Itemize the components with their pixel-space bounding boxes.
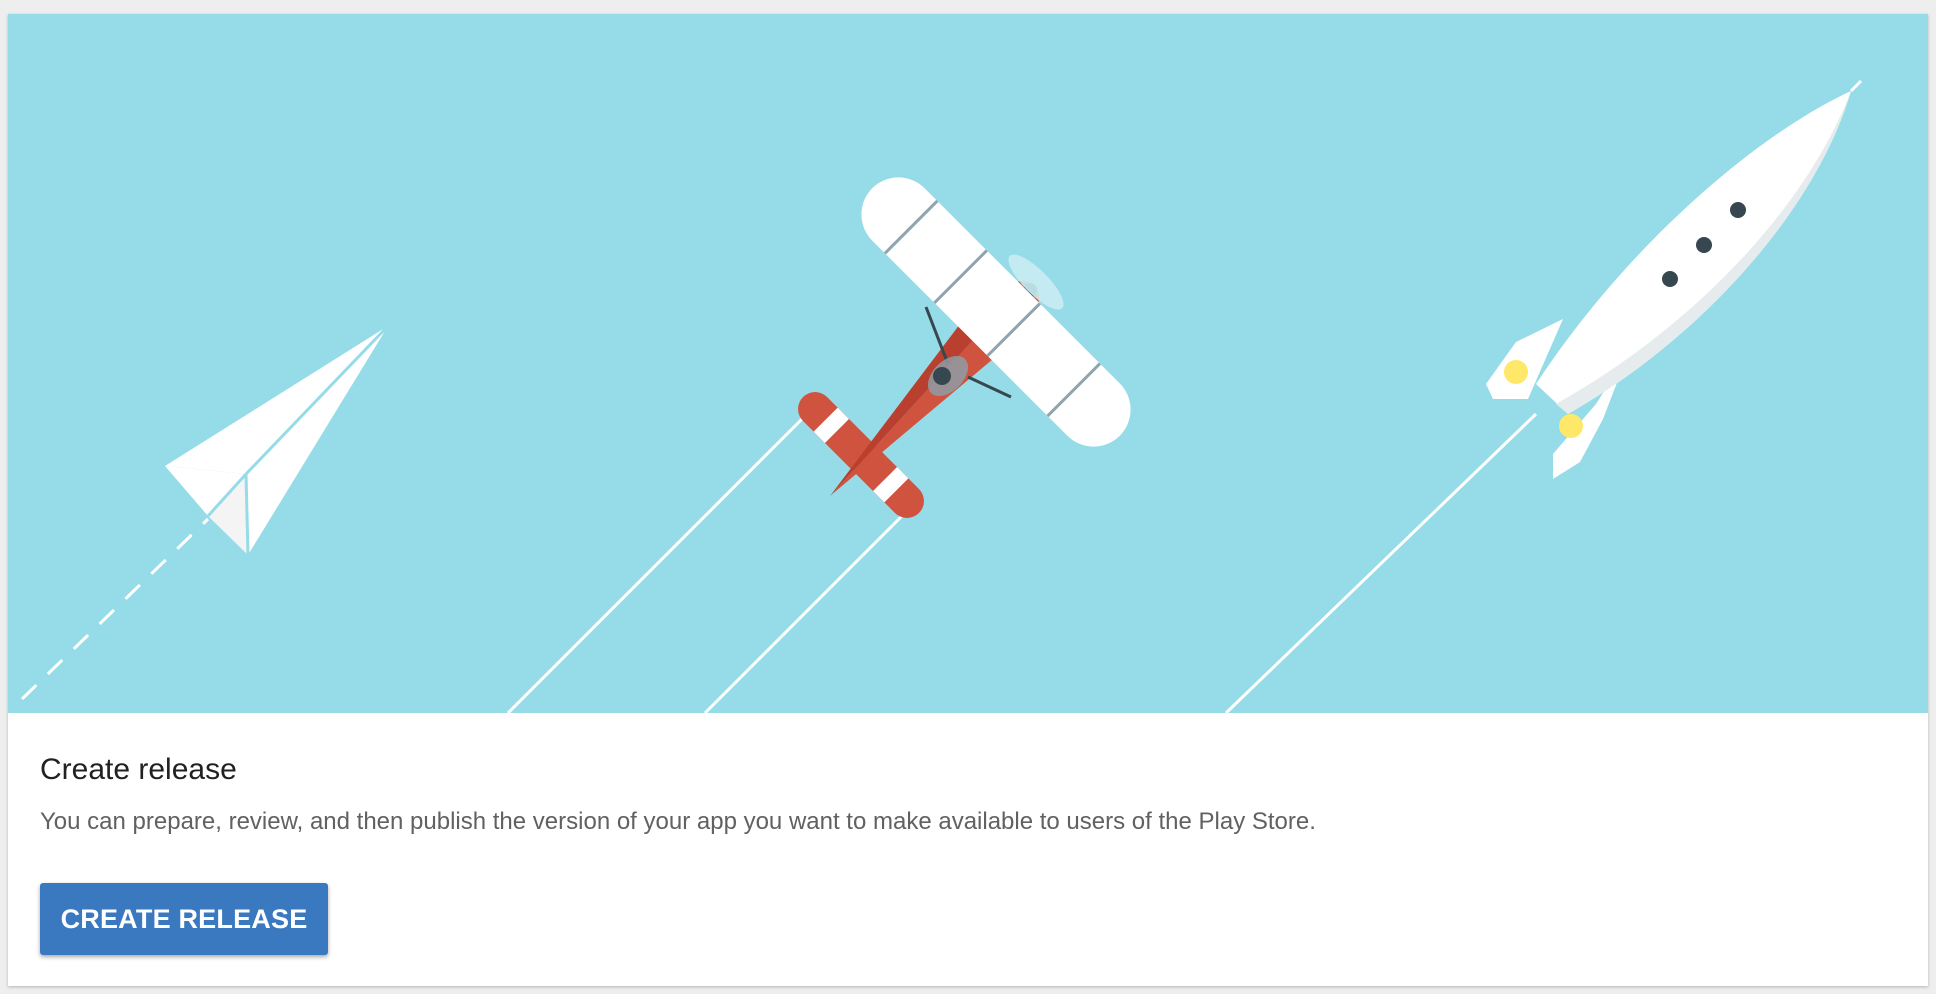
paper-plane-icon [165, 324, 390, 556]
card-title: Create release [40, 753, 237, 786]
create-release-button[interactable]: CREATE RELEASE [40, 883, 328, 955]
card-content: Create release You can prepare, review, … [40, 752, 1896, 838]
rocket-icon [1486, 79, 1863, 479]
biplane-trail-right [703, 508, 910, 713]
card-description: You can prepare, review, and then publis… [40, 808, 1316, 835]
biplane-trail-left [506, 416, 805, 713]
create-release-card: Create release You can prepare, review, … [8, 14, 1928, 986]
biplane-icon [798, 177, 1131, 518]
release-illustration [20, 79, 1863, 713]
release-illustration-banner [8, 14, 1928, 713]
rocket-trail [1224, 412, 1538, 713]
paper-plane-trail [20, 517, 210, 701]
